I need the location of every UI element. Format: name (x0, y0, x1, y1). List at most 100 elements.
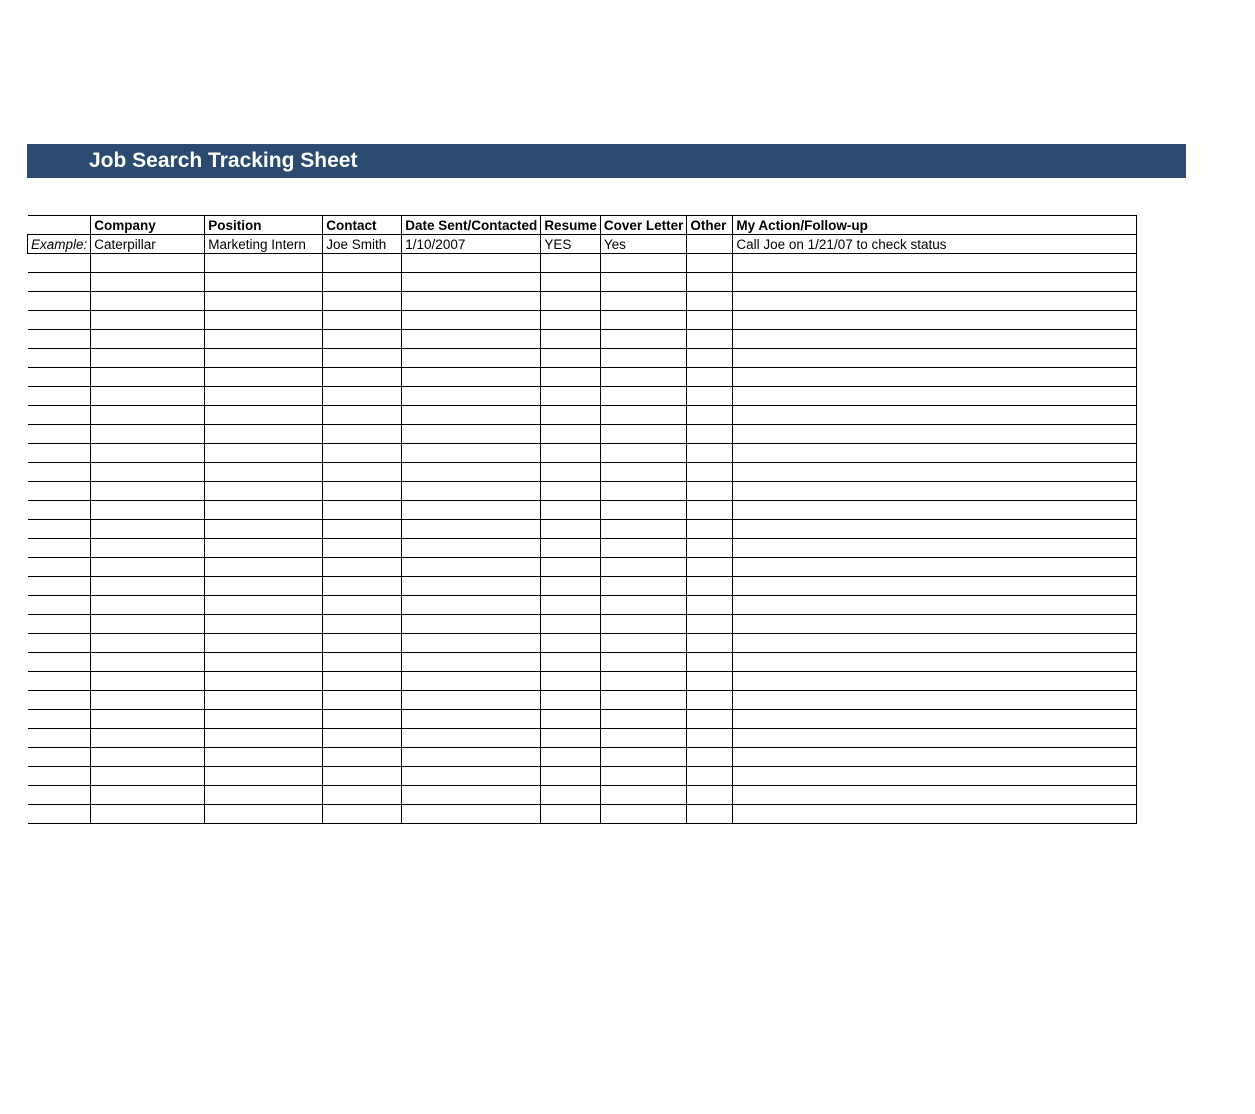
empty-cell[interactable] (733, 425, 1137, 444)
empty-cell[interactable] (91, 558, 205, 577)
empty-cell[interactable] (733, 444, 1137, 463)
empty-cell[interactable] (541, 653, 601, 672)
empty-cell[interactable] (91, 615, 205, 634)
empty-cell[interactable] (91, 767, 205, 786)
empty-cell[interactable] (205, 710, 323, 729)
empty-cell[interactable] (541, 425, 601, 444)
empty-cell[interactable] (28, 729, 91, 748)
empty-cell[interactable] (541, 330, 601, 349)
empty-cell[interactable] (323, 786, 402, 805)
empty-cell[interactable] (205, 615, 323, 634)
empty-cell[interactable] (541, 482, 601, 501)
empty-cell[interactable] (733, 672, 1137, 691)
empty-cell[interactable] (687, 387, 733, 406)
empty-cell[interactable] (733, 311, 1137, 330)
empty-cell[interactable] (323, 254, 402, 273)
empty-cell[interactable] (600, 577, 687, 596)
empty-cell[interactable] (91, 805, 205, 824)
empty-cell[interactable] (541, 615, 601, 634)
empty-cell[interactable] (205, 368, 323, 387)
empty-cell[interactable] (205, 463, 323, 482)
empty-cell[interactable] (541, 691, 601, 710)
empty-cell[interactable] (687, 330, 733, 349)
empty-cell[interactable] (687, 786, 733, 805)
empty-cell[interactable] (91, 653, 205, 672)
empty-cell[interactable] (733, 482, 1137, 501)
empty-cell[interactable] (28, 767, 91, 786)
empty-cell[interactable] (541, 596, 601, 615)
empty-cell[interactable] (28, 254, 91, 273)
empty-cell[interactable] (733, 292, 1137, 311)
empty-cell[interactable] (541, 368, 601, 387)
empty-cell[interactable] (600, 406, 687, 425)
empty-cell[interactable] (541, 558, 601, 577)
empty-cell[interactable] (28, 330, 91, 349)
empty-cell[interactable] (205, 444, 323, 463)
empty-cell[interactable] (541, 805, 601, 824)
empty-cell[interactable] (733, 729, 1137, 748)
empty-cell[interactable] (323, 349, 402, 368)
empty-cell[interactable] (687, 311, 733, 330)
empty-cell[interactable] (541, 767, 601, 786)
empty-cell[interactable] (541, 387, 601, 406)
empty-cell[interactable] (687, 558, 733, 577)
empty-cell[interactable] (600, 387, 687, 406)
empty-cell[interactable] (205, 577, 323, 596)
empty-cell[interactable] (28, 710, 91, 729)
empty-cell[interactable] (323, 330, 402, 349)
empty-cell[interactable] (687, 710, 733, 729)
empty-cell[interactable] (28, 596, 91, 615)
empty-cell[interactable] (600, 653, 687, 672)
empty-cell[interactable] (91, 311, 205, 330)
empty-cell[interactable] (402, 710, 541, 729)
cell-action[interactable]: Call Joe on 1/21/07 to check status (733, 235, 1137, 254)
empty-cell[interactable] (402, 634, 541, 653)
empty-cell[interactable] (205, 767, 323, 786)
empty-cell[interactable] (687, 577, 733, 596)
empty-cell[interactable] (205, 349, 323, 368)
empty-cell[interactable] (205, 273, 323, 292)
empty-cell[interactable] (91, 786, 205, 805)
empty-cell[interactable] (205, 387, 323, 406)
empty-cell[interactable] (91, 710, 205, 729)
empty-cell[interactable] (687, 596, 733, 615)
empty-cell[interactable] (28, 406, 91, 425)
empty-cell[interactable] (205, 672, 323, 691)
empty-cell[interactable] (600, 710, 687, 729)
empty-cell[interactable] (91, 273, 205, 292)
empty-cell[interactable] (205, 311, 323, 330)
empty-cell[interactable] (28, 634, 91, 653)
empty-cell[interactable] (733, 634, 1137, 653)
empty-cell[interactable] (541, 463, 601, 482)
empty-cell[interactable] (402, 748, 541, 767)
empty-cell[interactable] (733, 368, 1137, 387)
empty-cell[interactable] (28, 368, 91, 387)
empty-cell[interactable] (600, 311, 687, 330)
empty-cell[interactable] (600, 482, 687, 501)
empty-cell[interactable] (600, 520, 687, 539)
empty-cell[interactable] (205, 539, 323, 558)
empty-cell[interactable] (600, 691, 687, 710)
empty-cell[interactable] (323, 748, 402, 767)
empty-cell[interactable] (541, 577, 601, 596)
empty-cell[interactable] (402, 482, 541, 501)
empty-cell[interactable] (323, 805, 402, 824)
empty-cell[interactable] (323, 463, 402, 482)
empty-cell[interactable] (600, 330, 687, 349)
empty-cell[interactable] (687, 805, 733, 824)
cell-company[interactable]: Caterpillar (91, 235, 205, 254)
empty-cell[interactable] (402, 292, 541, 311)
empty-cell[interactable] (205, 729, 323, 748)
empty-cell[interactable] (323, 387, 402, 406)
empty-cell[interactable] (733, 786, 1137, 805)
empty-cell[interactable] (323, 520, 402, 539)
empty-cell[interactable] (323, 273, 402, 292)
empty-cell[interactable] (402, 539, 541, 558)
empty-cell[interactable] (28, 501, 91, 520)
empty-cell[interactable] (402, 254, 541, 273)
empty-cell[interactable] (402, 444, 541, 463)
empty-cell[interactable] (91, 672, 205, 691)
empty-cell[interactable] (323, 406, 402, 425)
empty-cell[interactable] (733, 501, 1137, 520)
empty-cell[interactable] (402, 463, 541, 482)
